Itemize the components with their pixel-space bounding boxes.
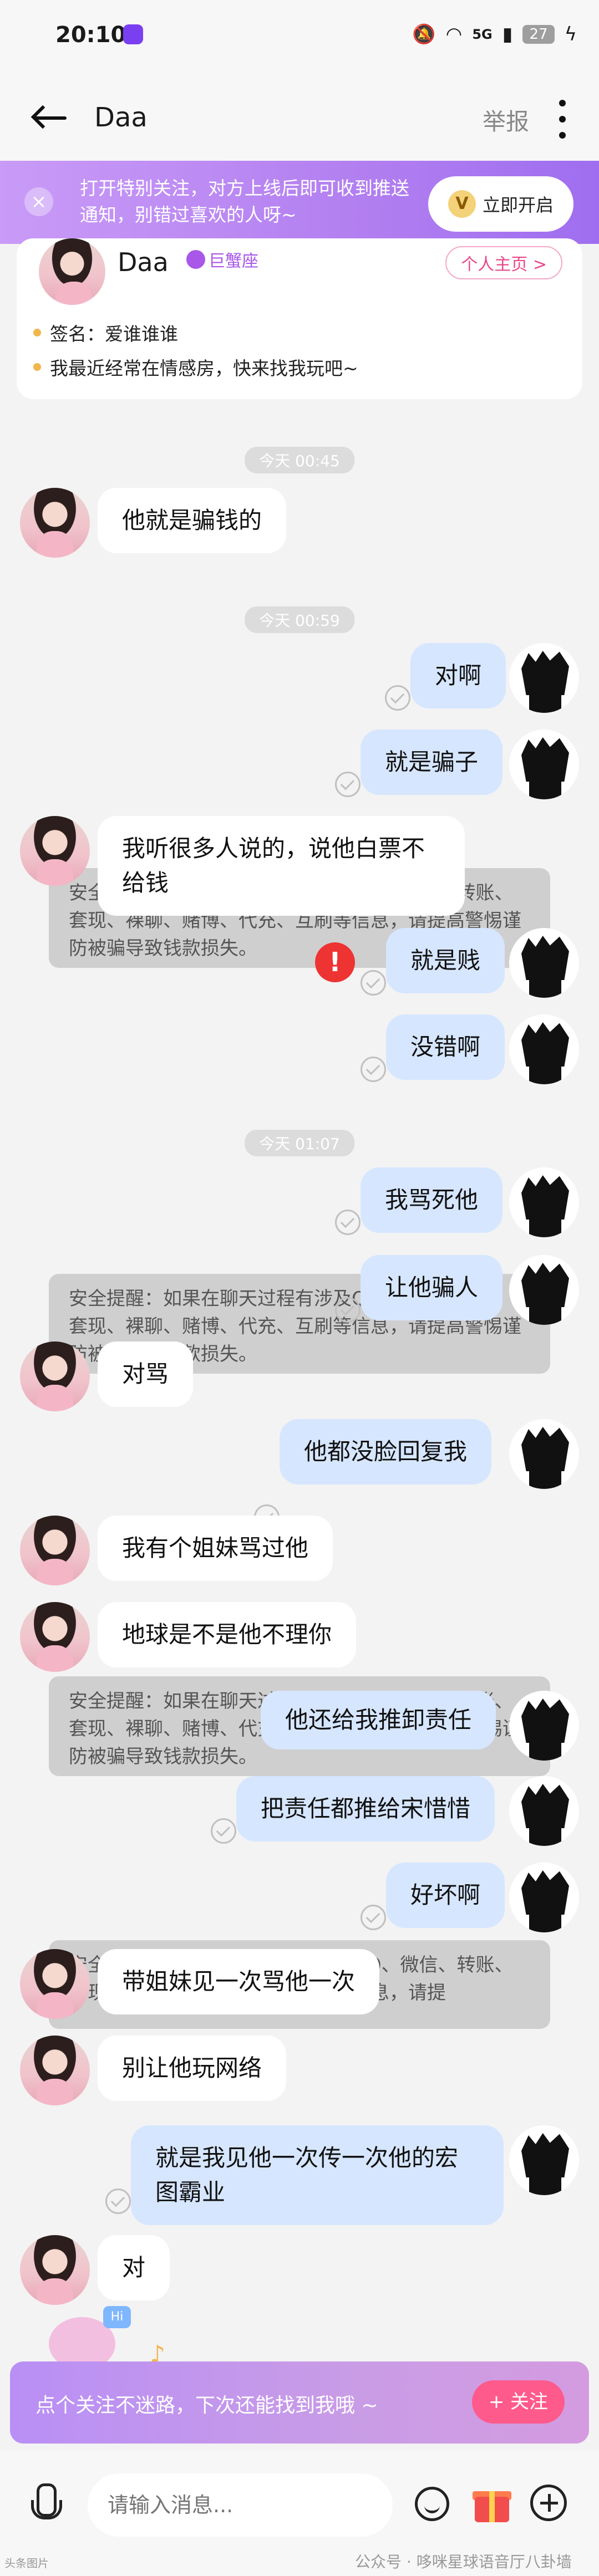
charging-icon: ϟ [564, 23, 577, 45]
profile-home-button[interactable]: 个人主页 > [445, 246, 562, 279]
read-check-icon [361, 970, 386, 996]
send-failed-icon[interactable]: ! [315, 942, 355, 982]
avatar[interactable] [39, 238, 105, 305]
room-text: 我最近经常在情感房，快来找我玩吧~ [50, 358, 358, 379]
room-line: 我最近经常在情感房，快来找我玩吧~ [33, 354, 358, 380]
read-check-icon [335, 1297, 361, 1323]
bullet-icon [33, 329, 41, 336]
message-bubble[interactable]: 他就是骗钱的 [98, 488, 287, 553]
microphone-icon[interactable] [31, 2483, 62, 2526]
avatar[interactable] [20, 2036, 90, 2105]
emoji-icon[interactable] [415, 2487, 449, 2521]
status-bar: 20:10 🔕 ◠ 5G ▮ 27 ϟ [0, 0, 599, 78]
message-bubble[interactable]: 地球是不是他不理你 [98, 1602, 357, 1667]
message-bubble[interactable]: 对 [98, 2235, 170, 2300]
message-bubble[interactable]: 让他骗人 [361, 1255, 503, 1320]
profile-name: Daa [118, 247, 169, 277]
banner-text: 打开特别关注，对方上线后即可收到推送通知，别错过喜欢的人呀~ [80, 177, 409, 226]
follow-prompt-bar: 点个关注不迷路，下次还能找到我哦 ~ + 关注 [10, 2361, 589, 2444]
follow-prompt-text: 点个关注不迷路，下次还能找到我哦 ~ [35, 2394, 378, 2417]
network-label: 5G [472, 27, 493, 42]
avatar[interactable] [509, 1167, 579, 1237]
plus-icon[interactable] [530, 2485, 567, 2521]
timestamp: 今天 00:45 [245, 447, 354, 473]
message-bubble[interactable]: 把责任都推给宋惜惜 [236, 1776, 495, 1842]
read-check-icon [361, 1057, 386, 1082]
message-bubble[interactable]: 他还给我推卸责任 [261, 1691, 496, 1749]
avatar[interactable] [20, 2235, 90, 2305]
vip-badge-icon: V [448, 190, 476, 218]
avatar[interactable] [509, 730, 579, 799]
chat-title: Daa [94, 102, 148, 133]
avatar[interactable] [509, 1863, 579, 1932]
profile-card: Daa 巨蟹座 个人主页 > 签名：爱谁谁谁 我最近经常在情感房，快来找我玩吧~ [17, 238, 582, 399]
message-bubble[interactable]: 就是贱 [386, 928, 505, 993]
mascot-hi-label: Hi [103, 2306, 131, 2328]
avatar[interactable] [509, 1014, 579, 1084]
read-check-icon [105, 2189, 131, 2214]
avatar[interactable] [509, 1419, 579, 1489]
read-check-icon [385, 685, 410, 711]
message-input[interactable] [88, 2473, 393, 2537]
signature-text: 签名：爱谁谁谁 [50, 323, 178, 345]
signal-icon: ▮ [502, 23, 513, 45]
avatar[interactable] [509, 643, 579, 713]
message-bubble[interactable]: 他都没脸回复我 [280, 1419, 492, 1485]
zodiac-badge: 巨蟹座 [186, 247, 258, 272]
avatar[interactable] [509, 2125, 579, 2195]
message-bubble[interactable]: 我骂死他 [361, 1167, 503, 1233]
status-time: 20:10 [55, 22, 126, 48]
message-bubble[interactable]: 别让他玩网络 [98, 2036, 287, 2101]
message-bubble[interactable]: 对骂 [98, 1341, 194, 1407]
avatar[interactable] [509, 1255, 579, 1325]
report-button[interactable]: 举报 [483, 103, 529, 137]
enable-button[interactable]: V 立即开启 [428, 176, 573, 232]
avatar[interactable] [20, 1516, 90, 1585]
avatar[interactable] [20, 1602, 90, 1672]
message-bubble[interactable]: 对啊 [410, 643, 506, 708]
status-icons: 🔕 ◠ 5G ▮ 27 ϟ [412, 23, 577, 45]
message-bubble[interactable]: 我听很多人说的，说他白票不给钱 [98, 816, 465, 916]
battery-indicator: 27 [522, 25, 555, 44]
wifi-icon: ◠ [445, 23, 463, 45]
avatar[interactable] [509, 1691, 579, 1761]
avatar[interactable] [20, 1341, 90, 1411]
enable-button-label: 立即开启 [482, 195, 554, 216]
message-bubble[interactable]: 好坏啊 [386, 1863, 505, 1928]
message-bubble[interactable]: 就是我见他一次传一次他的宏图霸业 [131, 2125, 504, 2225]
avatar[interactable] [509, 928, 579, 998]
avatar[interactable] [20, 1949, 90, 2019]
chat-header: Daa 举报 [0, 78, 599, 161]
back-arrow-icon[interactable] [28, 101, 72, 134]
timestamp: 今天 00:59 [245, 606, 354, 633]
special-follow-banner: × 打开特别关注，对方上线后即可收到推送通知，别错过喜欢的人呀~ V 立即开启 [0, 161, 599, 244]
read-check-icon [335, 1210, 361, 1235]
gift-icon[interactable] [473, 2483, 511, 2522]
bullet-icon [33, 363, 41, 371]
message-bubble[interactable]: 没错啊 [386, 1014, 505, 1080]
avatar[interactable] [20, 488, 90, 558]
avatar[interactable] [509, 1776, 579, 1846]
message-bubble[interactable]: 就是骗子 [361, 730, 503, 795]
watermark-left: 头条图片 [4, 2557, 49, 2570]
avatar[interactable] [20, 816, 90, 886]
read-check-icon [361, 1905, 386, 1930]
close-icon[interactable]: × [24, 187, 53, 216]
mute-icon: 🔕 [412, 23, 436, 45]
zodiac-label: 巨蟹座 [209, 252, 258, 271]
message-bubble[interactable]: 带姐妹见一次骂他一次 [98, 1949, 380, 2014]
message-bubble[interactable]: 我有个姐妹骂过他 [98, 1516, 333, 1581]
watermark-right: 公众号 · 哆咪星球语音厅八卦墙 [355, 2553, 572, 2571]
timestamp: 今天 01:07 [245, 1130, 354, 1156]
signature-line: 签名：爱谁谁谁 [33, 319, 178, 346]
zodiac-icon [186, 250, 205, 269]
read-check-icon [335, 772, 361, 797]
follow-button[interactable]: + 关注 [471, 2380, 565, 2424]
more-menu-icon[interactable] [557, 100, 568, 139]
read-check-icon [211, 1818, 236, 1844]
app-notification-icon [123, 24, 143, 44]
